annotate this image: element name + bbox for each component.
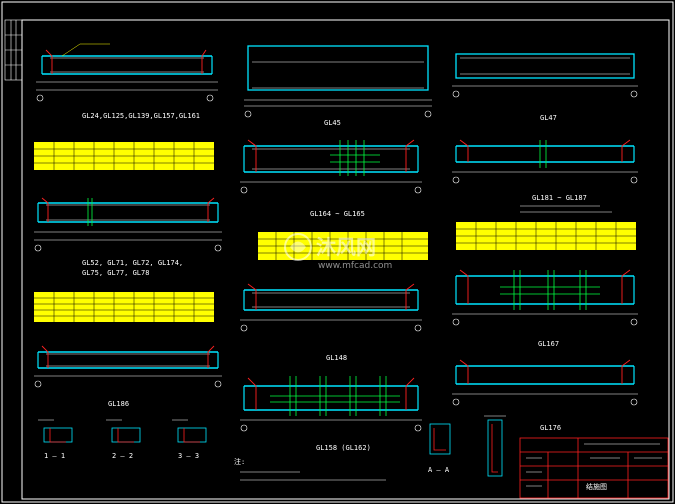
beam-title-gl24-group: GL24,GL125,GL139,GL157,GL161 <box>82 112 200 120</box>
beam-title-gl181-group: GL181 ~ GL187 <box>532 194 587 202</box>
beam-elevation-gl45 <box>240 139 422 194</box>
rebar-table-gl181-group <box>456 222 636 250</box>
rebar-table-gl24-group <box>34 142 214 170</box>
beam-elevation-gl52-group <box>34 197 222 252</box>
rebar-table-gl52-group <box>34 292 214 322</box>
beam-title-gl167: GL167 <box>538 340 559 348</box>
section-detail-2-2 <box>106 419 141 443</box>
beam-title-gl52-line2: GL75, GL77, GL78 <box>82 269 149 277</box>
binding-margin-strip <box>4 19 23 81</box>
beam-elevation-gl24-group <box>36 43 218 102</box>
beam-notes-gl181-group <box>520 205 612 213</box>
watermark-brand: 沐风网 <box>316 235 376 259</box>
beam-elevation-top-right <box>452 53 638 98</box>
section-label-a-a: A — A <box>428 466 450 474</box>
section-label-3-3: 3 — 3 <box>178 452 199 460</box>
beam-title-gl164-group: GL164 ~ GL165 <box>310 210 365 218</box>
beam-title-gl148: GL148 <box>326 354 347 362</box>
column-detail <box>484 415 506 477</box>
beam-elevation-gl47 <box>452 139 638 184</box>
beam-title-gl158-group: GL158 (GL162) <box>316 444 371 452</box>
beam-title-gl176: GL176 <box>540 424 561 432</box>
section-detail-3-3 <box>172 419 207 443</box>
beam-elevation-gl158-group <box>240 376 422 432</box>
beam-title-gl186: GL186 <box>108 400 129 408</box>
section-detail-1-1 <box>38 419 73 443</box>
section-detail-a-a <box>429 423 451 455</box>
section-label-1-1: 1 — 1 <box>44 452 65 460</box>
notes-text-lines <box>240 471 386 481</box>
beam-title-gl45: GL45 <box>324 119 341 127</box>
beam-elevation-gl186 <box>34 345 222 388</box>
beam-title-gl47: GL47 <box>540 114 557 122</box>
cad-drawing-canvas: GL24,GL125,GL139,GL157,GL161 GL52, GL71,… <box>1 1 674 503</box>
beam-elevation-gl167 <box>452 269 638 326</box>
beam-elevation-gl176 <box>452 359 638 406</box>
title-block-stamp: 结施图 <box>586 482 607 491</box>
notes-heading: 注: <box>234 457 245 466</box>
section-label-2-2: 2 — 2 <box>112 452 133 460</box>
beam-title-gl52-line1: GL52, GL71, GL72, GL174, <box>82 259 183 267</box>
beam-elevation-top-middle <box>244 45 432 118</box>
beam-elevation-gl148 <box>240 283 422 332</box>
watermark-url: www.mfcad.com <box>318 261 392 271</box>
